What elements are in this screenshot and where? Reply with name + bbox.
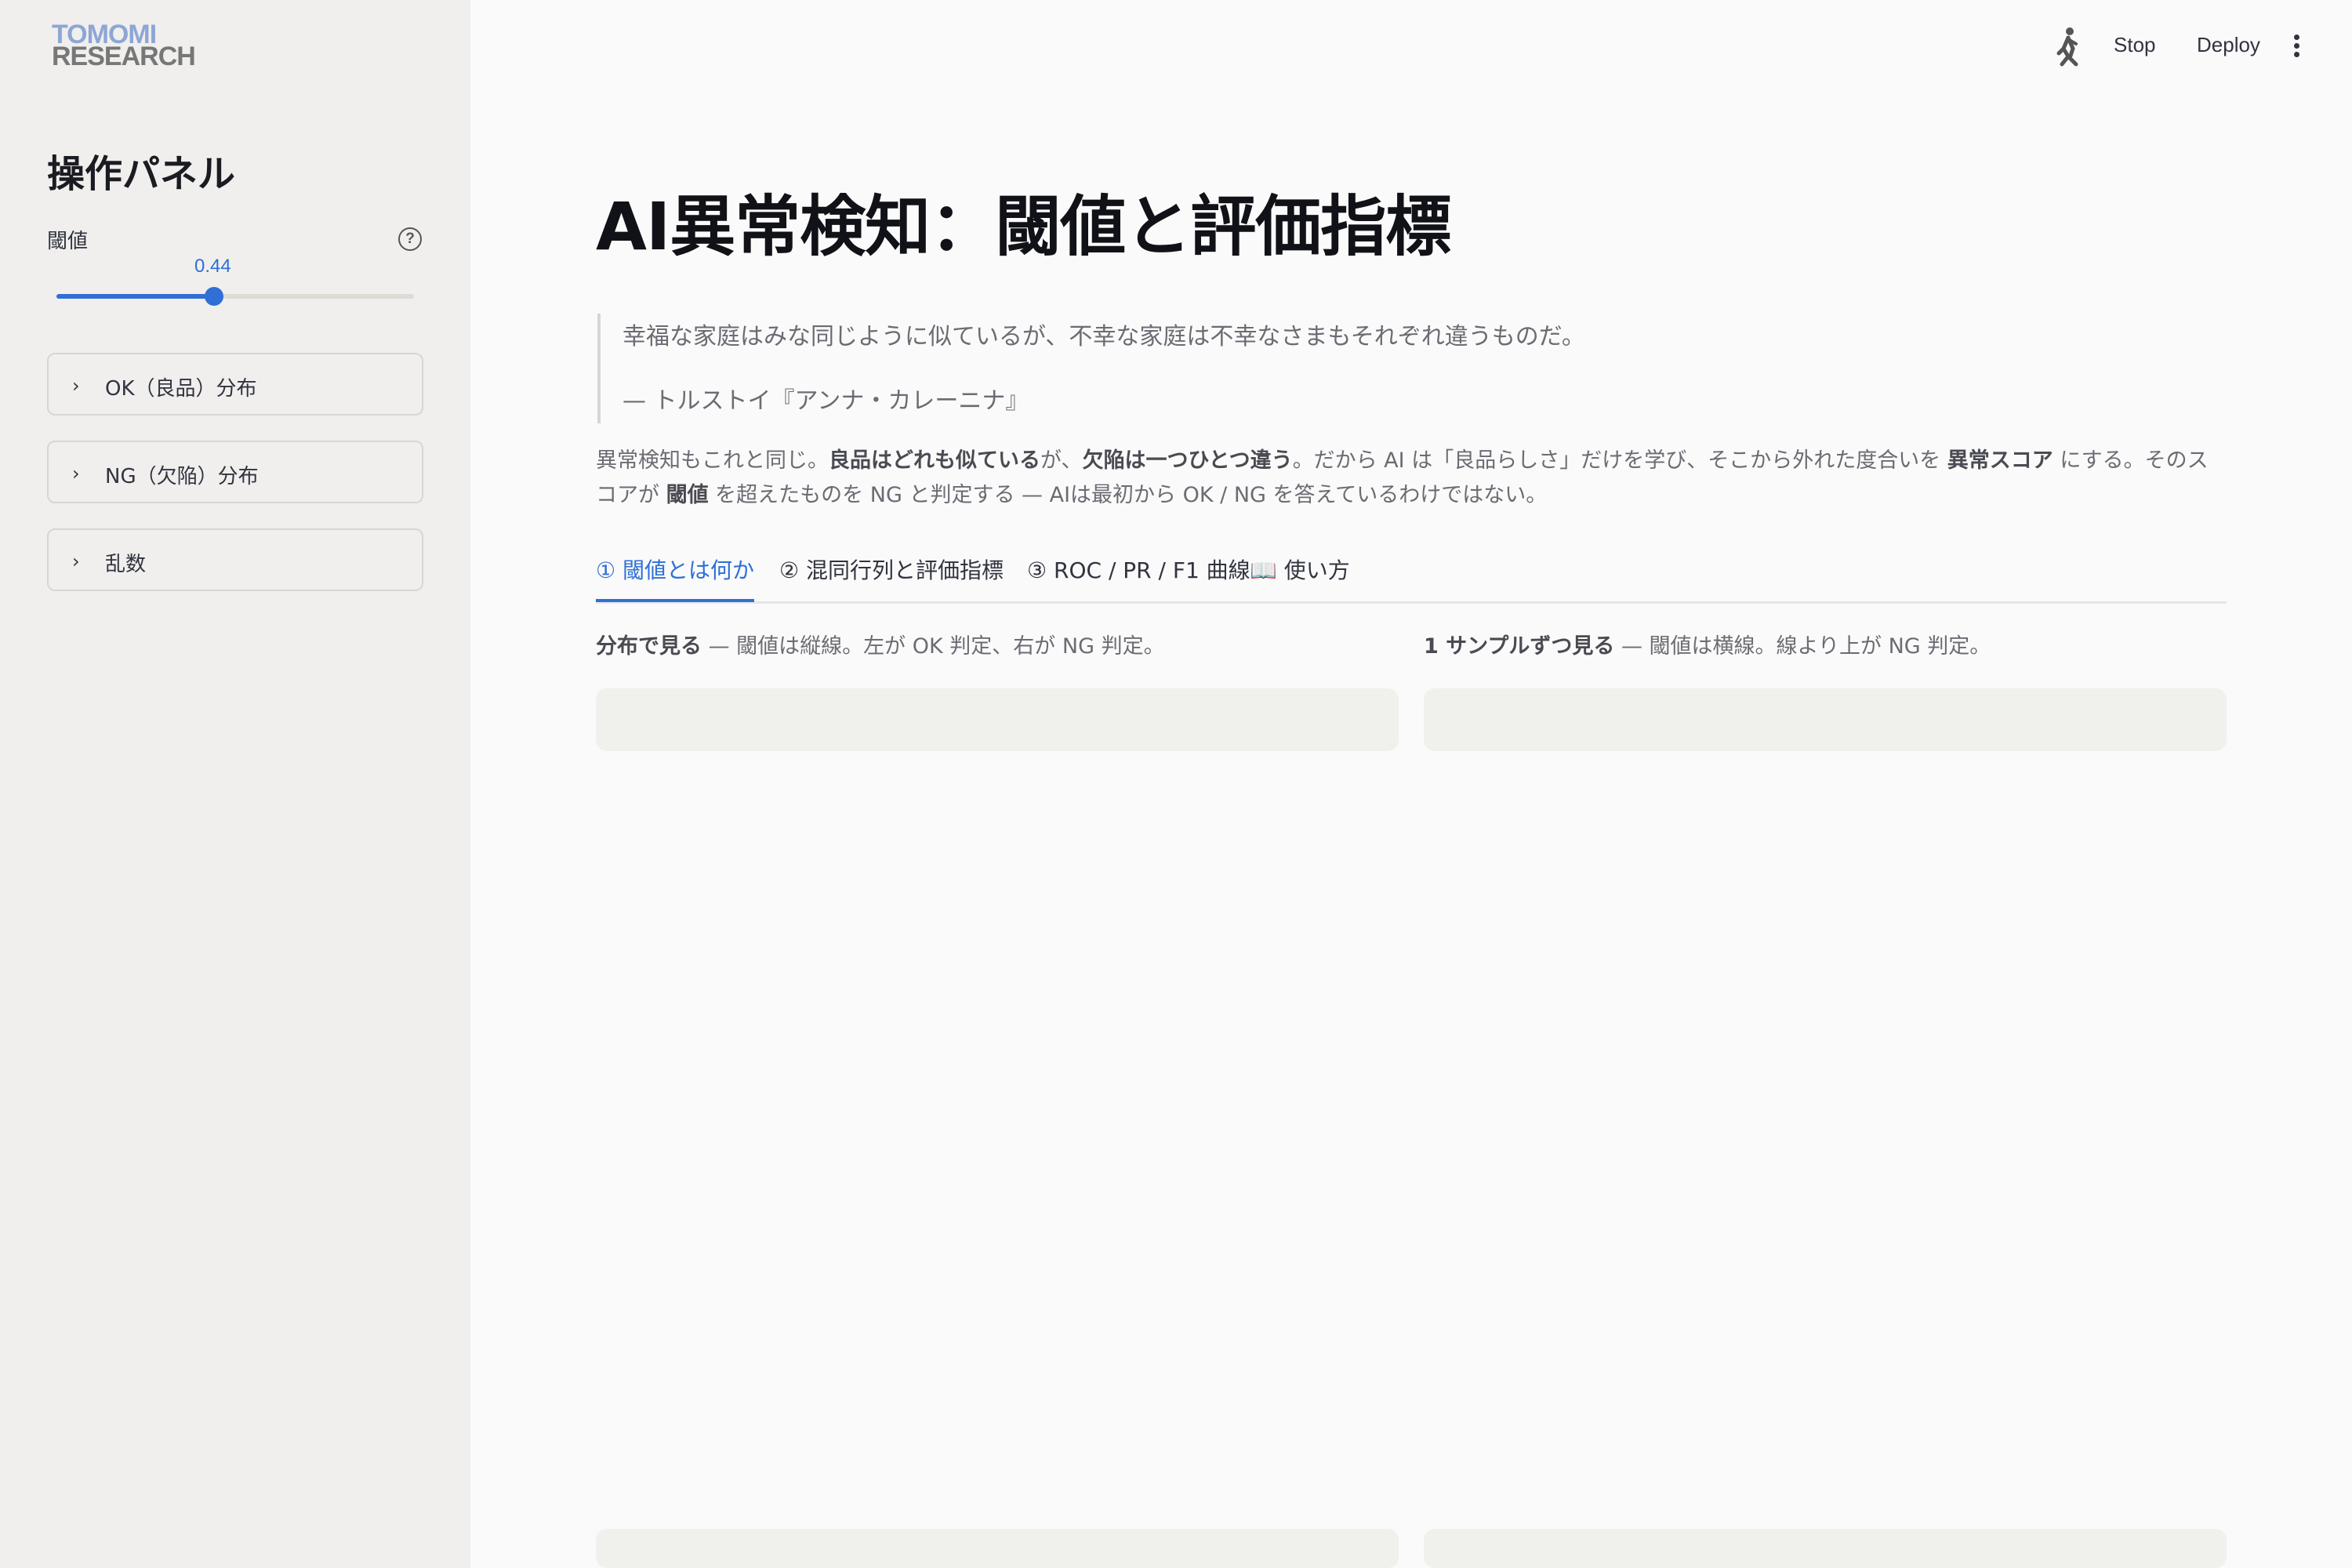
right-column-caption: 1 サンプルずつ見る — 閾値は横線。線より上が NG 判定。 — [1424, 629, 1991, 659]
help-icon[interactable]: ? — [398, 227, 422, 251]
tab-threshold[interactable]: ① 閾値とは何か — [596, 554, 755, 602]
chart-placeholder-right-lower — [1424, 1529, 2227, 1568]
expander-label: OK（良品）分布 — [105, 377, 257, 401]
sidebar: TOMOMI RESEARCH 操作パネル 閾値 ? 0.44 › OK（良品）… — [0, 0, 470, 1568]
caption-text: — 閾値は縦線。左が OK 判定、右が NG 判定。 — [702, 634, 1165, 659]
intro-paragraph: 異常検知もこれと同じ。良品はどれも似ているが、欠陥は一つひとつ違う。だから AI… — [596, 444, 2227, 513]
threshold-slider-thumb[interactable] — [204, 287, 223, 306]
chevron-right-icon: › — [72, 463, 80, 485]
expander-random-seed[interactable]: › 乱数 — [47, 528, 423, 591]
chevron-right-icon: › — [72, 375, 80, 397]
expander-ng-distribution[interactable]: › NG（欠陥）分布 — [47, 441, 423, 503]
left-column-caption: 分布で見る — 閾値は縦線。左が OK 判定、右が NG 判定。 — [596, 629, 1165, 659]
brand-logo[interactable]: TOMOMI RESEARCH — [52, 21, 209, 74]
intro-text: 。だから AI は「良品らしさ」だけを学び、そこから外れた度合いを — [1292, 448, 1947, 473]
intro-bold: 良品はどれも似ている — [829, 448, 1040, 473]
threshold-slider-label: 閾値 — [47, 230, 89, 253]
intro-bold: 異常スコア — [1947, 448, 2053, 473]
threshold-slider-fill — [56, 294, 214, 299]
tab-confusion-matrix[interactable]: ② 混同行列と評価指標 — [779, 554, 1004, 599]
deploy-button[interactable]: Deploy — [2197, 33, 2260, 57]
tab-roc-pr-f1[interactable]: ③ ROC / PR / F1 曲線 — [1027, 554, 1250, 599]
quote-text: 幸福な家庭はみな同じように似ているが、不幸な家庭は不幸なさまもそれぞれ違うものだ… — [622, 323, 1585, 350]
intro-text: が、 — [1040, 448, 1083, 473]
expander-label: 乱数 — [105, 553, 147, 576]
intro-text: を超えたものを NG と判定する — AIは最初から OK / NG を答えてい… — [708, 483, 1548, 507]
quote-block: 幸福な家庭はみな同じように似ているが、不幸な家庭は不幸なさまもそれぞれ違うものだ… — [597, 314, 1695, 423]
quote-citation: — トルストイ『アンナ・カレーニナ』 — [622, 387, 1029, 415]
expander-label: NG（欠陥）分布 — [105, 465, 259, 488]
caption-bold: 分布で見る — [596, 634, 702, 659]
caption-bold: 1 サンプルずつ見る — [1424, 634, 1615, 659]
intro-bold: 欠陥は一つひとつ違う — [1082, 448, 1293, 473]
threshold-slider-value: 0.44 — [194, 256, 231, 277]
tab-how-to-use[interactable]: 📖 使い方 — [1250, 554, 1350, 599]
stop-button[interactable]: Stop — [2114, 33, 2156, 57]
panel-title: 操作パネル — [47, 152, 236, 196]
chevron-right-icon: › — [72, 550, 80, 572]
threshold-slider[interactable] — [56, 287, 414, 306]
logo-line2: RESEARCH — [52, 42, 196, 71]
running-man-icon — [2053, 27, 2084, 67]
more-options-icon[interactable] — [2294, 34, 2300, 58]
expander-ok-distribution[interactable]: › OK（良品）分布 — [47, 353, 423, 416]
tab-bar: ① 閾値とは何か ② 混同行列と評価指標 ③ ROC / PR / F1 曲線 … — [596, 549, 2227, 604]
intro-text: 異常検知もこれと同じ。 — [596, 448, 829, 473]
chart-placeholder-left — [596, 688, 1399, 751]
chart-placeholder-right — [1424, 688, 2227, 751]
intro-bold: 閾値 — [666, 483, 709, 507]
page-title: AI異常検知：閾値と評価指標 — [596, 188, 1451, 265]
chart-placeholder-left-lower — [596, 1529, 1399, 1568]
caption-text: — 閾値は横線。線より上が NG 判定。 — [1614, 634, 1991, 659]
